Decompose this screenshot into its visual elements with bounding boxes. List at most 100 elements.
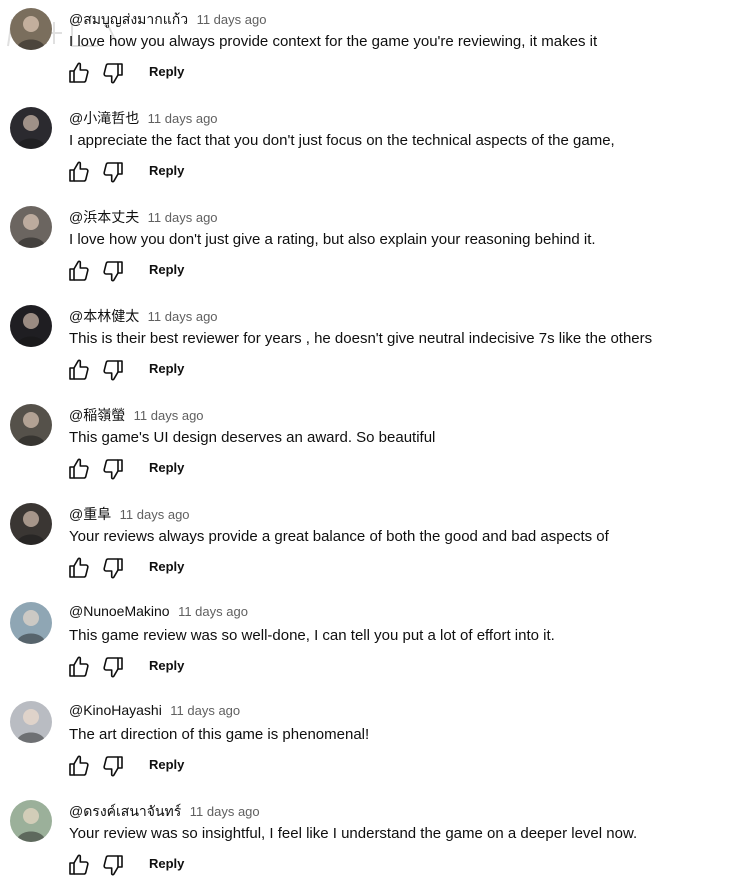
avatar-image bbox=[10, 107, 52, 149]
reply-button[interactable]: Reply bbox=[149, 757, 184, 772]
avatar-image bbox=[10, 503, 52, 545]
dislike-button[interactable] bbox=[100, 60, 126, 86]
comments-list: @สมบูญส่งมากแก้ว 11 days ago I love how … bbox=[0, 0, 750, 886]
author-name[interactable]: @KinoHayashi bbox=[69, 702, 162, 718]
thumb-up-icon bbox=[66, 61, 92, 85]
dislike-button[interactable] bbox=[100, 456, 126, 482]
comment-header: @重阜 11 days ago bbox=[69, 504, 190, 522]
comment-item: @稲嶺螢 11 days ago This game's UI design d… bbox=[0, 404, 750, 503]
comment-timestamp[interactable]: 11 days ago bbox=[148, 111, 218, 126]
comment-item: @浜本丈夫 11 days ago I love how you don't j… bbox=[0, 206, 750, 305]
like-button[interactable] bbox=[66, 159, 92, 185]
comment-header: @小滝哲也 11 days ago bbox=[69, 108, 218, 126]
author-name[interactable]: @稲嶺螢 bbox=[69, 407, 125, 423]
avatar-image bbox=[10, 206, 52, 248]
reply-button[interactable]: Reply bbox=[149, 361, 184, 376]
avatar[interactable] bbox=[10, 404, 52, 446]
author-name[interactable]: @NunoeMakino bbox=[69, 603, 170, 619]
thumb-up-icon bbox=[66, 853, 92, 877]
thumb-down-icon bbox=[100, 358, 126, 382]
dislike-button[interactable] bbox=[100, 258, 126, 284]
dislike-button[interactable] bbox=[100, 852, 126, 878]
avatar[interactable] bbox=[10, 206, 52, 248]
thumb-down-icon bbox=[100, 853, 126, 877]
comment-timestamp[interactable]: 11 days ago bbox=[120, 507, 190, 522]
author-name[interactable]: @ดรงค์เสนาจันทร์ bbox=[69, 803, 181, 819]
avatar-image bbox=[10, 800, 52, 842]
comment-text: Your review was so insightful, I feel li… bbox=[69, 825, 638, 842]
avatar-image bbox=[10, 8, 52, 50]
author-name[interactable]: @浜本丈夫 bbox=[69, 209, 139, 225]
thumb-down-icon bbox=[100, 556, 126, 580]
comment-item: @NunoeMakino 11 days ago This game revie… bbox=[0, 602, 750, 701]
dislike-button[interactable] bbox=[100, 654, 126, 680]
like-button[interactable] bbox=[66, 258, 92, 284]
reply-button[interactable]: Reply bbox=[149, 262, 184, 277]
comment-header: @สมบูญส่งมากแก้ว 11 days ago bbox=[69, 9, 266, 27]
comment-timestamp[interactable]: 11 days ago bbox=[197, 12, 267, 27]
comment-timestamp[interactable]: 11 days ago bbox=[134, 408, 204, 423]
comment-text: I appreciate the fact that you don't jus… bbox=[69, 132, 615, 149]
avatar[interactable] bbox=[10, 503, 52, 545]
comment-timestamp[interactable]: 11 days ago bbox=[170, 703, 240, 718]
comment-timestamp[interactable]: 11 days ago bbox=[178, 604, 248, 619]
avatar[interactable] bbox=[10, 800, 52, 842]
dislike-button[interactable] bbox=[100, 555, 126, 581]
avatar[interactable] bbox=[10, 305, 52, 347]
comment-header: @浜本丈夫 11 days ago bbox=[69, 207, 218, 225]
reply-button[interactable]: Reply bbox=[149, 163, 184, 178]
dislike-button[interactable] bbox=[100, 357, 126, 383]
thumb-down-icon bbox=[100, 259, 126, 283]
like-button[interactable] bbox=[66, 555, 92, 581]
comment-item: @ดรงค์เสนาจันทร์ 11 days ago Your review… bbox=[0, 800, 750, 886]
thumb-down-icon bbox=[100, 61, 126, 85]
dislike-button[interactable] bbox=[100, 159, 126, 185]
comment-header: @NunoeMakino 11 days ago bbox=[69, 603, 248, 621]
reply-button[interactable]: Reply bbox=[149, 658, 184, 673]
comment-timestamp[interactable]: 11 days ago bbox=[190, 804, 260, 819]
like-button[interactable] bbox=[66, 654, 92, 680]
comment-item: @本林健太 11 days ago This is their best rev… bbox=[0, 305, 750, 404]
like-button[interactable] bbox=[66, 60, 92, 86]
comment-item: @KinoHayashi 11 days ago The art directi… bbox=[0, 701, 750, 800]
comment-timestamp[interactable]: 11 days ago bbox=[148, 210, 218, 225]
avatar[interactable] bbox=[10, 107, 52, 149]
reply-button[interactable]: Reply bbox=[149, 559, 184, 574]
avatar-image bbox=[10, 404, 52, 446]
comment-text: Your reviews always provide a great bala… bbox=[69, 528, 609, 545]
avatar[interactable] bbox=[10, 602, 52, 644]
comment-timestamp[interactable]: 11 days ago bbox=[148, 309, 218, 324]
avatar[interactable] bbox=[10, 8, 52, 50]
comment-text: I love how you don't just give a rating,… bbox=[69, 231, 596, 248]
comment-item: @重阜 11 days ago Your reviews always prov… bbox=[0, 503, 750, 602]
author-name[interactable]: @重阜 bbox=[69, 506, 111, 522]
thumb-up-icon bbox=[66, 457, 92, 481]
thumb-down-icon bbox=[100, 754, 126, 778]
author-name[interactable]: @本林健太 bbox=[69, 308, 139, 324]
thumb-up-icon bbox=[66, 556, 92, 580]
like-button[interactable] bbox=[66, 852, 92, 878]
comment-item: @小滝哲也 11 days ago I appreciate the fact … bbox=[0, 107, 750, 206]
thumb-down-icon bbox=[100, 655, 126, 679]
author-name[interactable]: @小滝哲也 bbox=[69, 110, 139, 126]
author-name[interactable]: @สมบูญส่งมากแก้ว bbox=[69, 11, 188, 27]
comment-text: I love how you always provide context fo… bbox=[69, 33, 598, 50]
comment-item: @สมบูญส่งมากแก้ว 11 days ago I love how … bbox=[0, 8, 750, 107]
like-button[interactable] bbox=[66, 357, 92, 383]
avatar[interactable] bbox=[10, 701, 52, 743]
comment-text: This game review was so well-done, I can… bbox=[69, 627, 555, 644]
comment-header: @ดรงค์เสนาจันทร์ 11 days ago bbox=[69, 801, 260, 819]
reply-button[interactable]: Reply bbox=[149, 460, 184, 475]
thumb-up-icon bbox=[66, 160, 92, 184]
like-button[interactable] bbox=[66, 753, 92, 779]
reply-button[interactable]: Reply bbox=[149, 856, 184, 871]
thumb-down-icon bbox=[100, 457, 126, 481]
reply-button[interactable]: Reply bbox=[149, 64, 184, 79]
thumb-up-icon bbox=[66, 259, 92, 283]
thumb-up-icon bbox=[66, 358, 92, 382]
like-button[interactable] bbox=[66, 456, 92, 482]
avatar-image bbox=[10, 602, 52, 644]
thumb-up-icon bbox=[66, 655, 92, 679]
comment-text: The art direction of this game is phenom… bbox=[69, 726, 370, 743]
dislike-button[interactable] bbox=[100, 753, 126, 779]
